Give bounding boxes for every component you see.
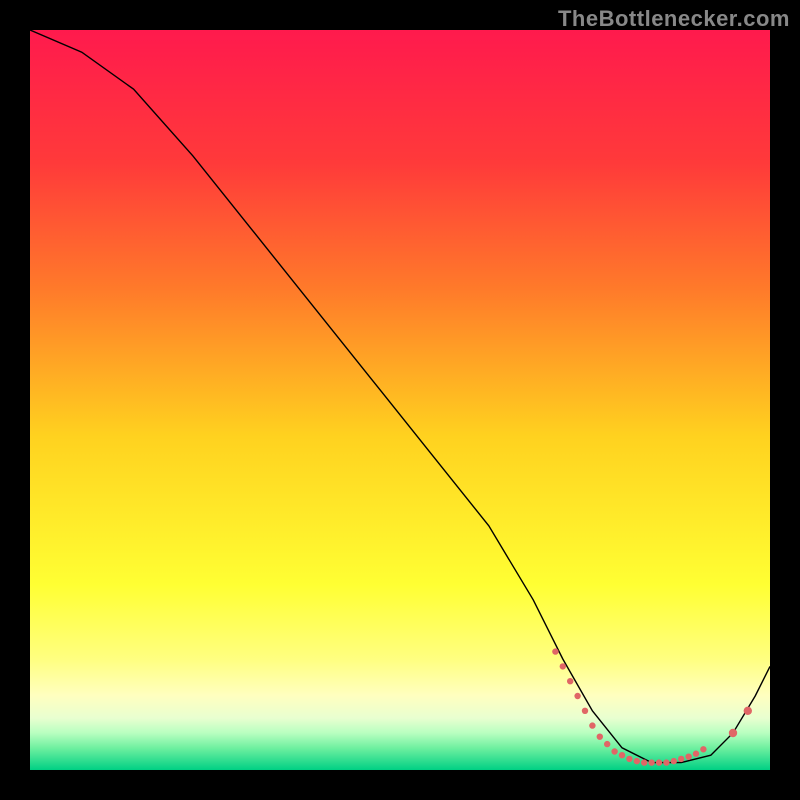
marker-dot (619, 752, 625, 758)
marker-dot (700, 746, 706, 752)
marker-dot (560, 663, 566, 669)
marker-dot (678, 756, 684, 762)
marker-dot (656, 759, 662, 765)
marker-dot (634, 758, 640, 764)
marker-dot (663, 759, 669, 765)
plot-area (30, 30, 770, 770)
marker-dot (641, 759, 647, 765)
marker-dot (597, 734, 603, 740)
chart-svg (30, 30, 770, 770)
marker-dot (604, 741, 610, 747)
chart-frame: TheBottlenecker.com (0, 0, 800, 800)
watermark-text: TheBottlenecker.com (558, 6, 790, 32)
marker-dot (671, 758, 677, 764)
marker-dot (729, 729, 737, 737)
marker-dot (744, 707, 752, 715)
marker-dot (574, 693, 580, 699)
marker-dot (685, 753, 691, 759)
marker-dot (648, 759, 654, 765)
marker-dot (582, 708, 588, 714)
marker-dot (693, 751, 699, 757)
marker-dot (567, 678, 573, 684)
chart-background (30, 30, 770, 770)
marker-dot (611, 748, 617, 754)
marker-dot (589, 722, 595, 728)
marker-dot (626, 756, 632, 762)
marker-dot (552, 648, 558, 654)
